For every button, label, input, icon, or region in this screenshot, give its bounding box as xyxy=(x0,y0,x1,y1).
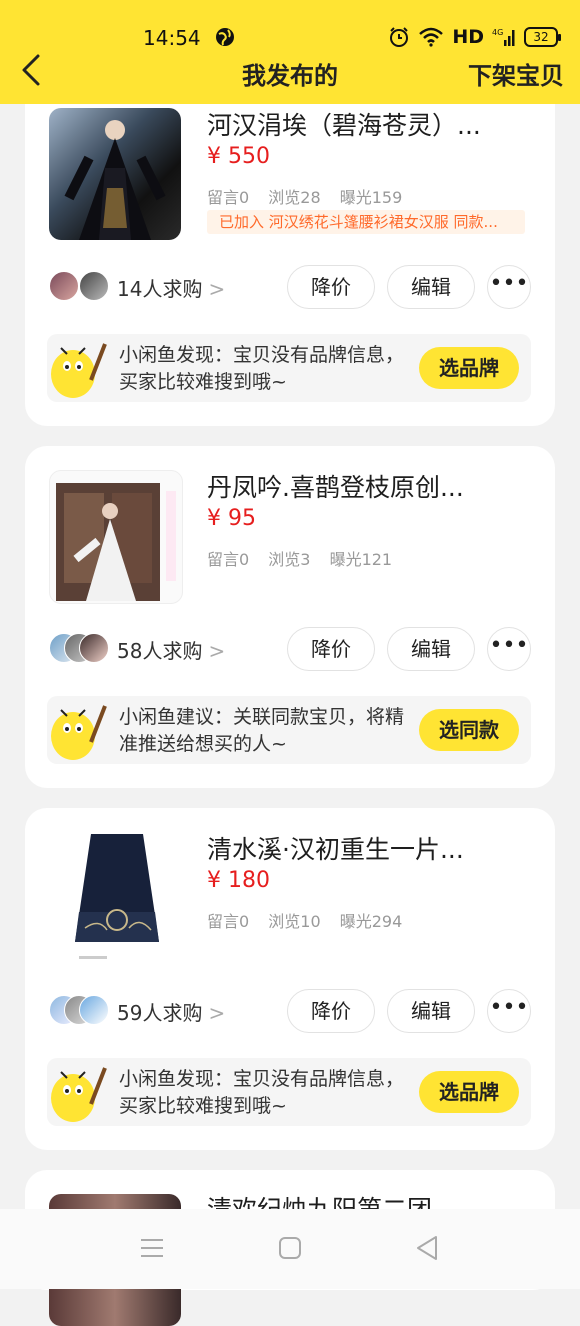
mascot-icon xyxy=(51,343,107,398)
home-icon[interactable] xyxy=(279,1237,301,1259)
edit-button[interactable]: 编辑 xyxy=(387,627,475,671)
buyer-avatars[interactable] xyxy=(49,271,109,301)
avatar xyxy=(49,271,79,301)
mascot-icon xyxy=(51,1067,107,1122)
listing-title[interactable]: 清水溪·汉初重生一片... xyxy=(207,830,537,866)
more-dots-icon[interactable]: ••• xyxy=(487,265,531,309)
product-thumbnail[interactable] xyxy=(49,832,181,964)
mascot-icon xyxy=(51,705,107,760)
stat-views: 浏览10 xyxy=(268,912,321,931)
more-dots-icon[interactable]: ••• xyxy=(487,989,531,1033)
stat-exposure: 曝光121 xyxy=(329,550,393,569)
listing-stats: 留言0 浏览10 曝光294 xyxy=(207,908,416,932)
listing-stats: 留言0 浏览28 曝光159 xyxy=(207,184,416,208)
edit-button[interactable]: 编辑 xyxy=(387,989,475,1033)
chevron-right-icon: > xyxy=(208,277,226,301)
delist-button[interactable]: 下架宝贝 xyxy=(468,56,564,91)
stat-views: 浏览3 xyxy=(268,550,311,569)
reduce-price-button[interactable]: 降价 xyxy=(287,989,375,1033)
select-brand-button[interactable]: 选品牌 xyxy=(419,1071,519,1113)
wanted-count[interactable]: 58人求购 > xyxy=(117,635,225,664)
stat-views: 浏览28 xyxy=(268,188,321,207)
stat-exposure: 曝光159 xyxy=(339,188,403,207)
wanted-label: 14人求购 xyxy=(117,277,203,301)
wifi-icon xyxy=(419,27,444,47)
edit-button[interactable]: 编辑 xyxy=(387,265,475,309)
chevron-right-icon: > xyxy=(208,639,226,663)
app-header: 14:54 HD 4G 32 我发布的 下架宝贝 xyxy=(0,0,580,104)
product-thumbnail[interactable] xyxy=(49,108,181,240)
suggestion-banner: 小闲鱼建议：关联同款宝贝，将精准推送给想买的人~ 选同款 xyxy=(47,696,531,764)
reduce-price-button[interactable]: 降价 xyxy=(287,627,375,671)
status-bar: 14:54 HD 4G 32 xyxy=(0,0,580,52)
product-image xyxy=(56,483,176,601)
listing-card[interactable]: 清水溪·汉初重生一片... ¥ 180 留言0 浏览10 曝光294 59人求购… xyxy=(25,808,555,1150)
wanted-count[interactable]: 59人求购 > xyxy=(117,997,225,1026)
listing-card[interactable]: 丹凤吟.喜鹊登枝原创... ¥ 95 留言0 浏览3 曝光121 58人求购 > … xyxy=(25,446,555,788)
suggestion-text: 小闲鱼发现：宝贝没有品牌信息，买家比较难搜到哦~ xyxy=(119,1068,405,1117)
chevron-right-icon: > xyxy=(208,1001,226,1025)
buyer-avatars[interactable] xyxy=(49,633,109,663)
wanted-label: 58人求购 xyxy=(117,639,203,663)
stat-exposure: 曝光294 xyxy=(339,912,403,931)
more-dots-icon[interactable]: ••• xyxy=(487,627,531,671)
product-thumbnail[interactable] xyxy=(49,470,183,604)
stat-messages: 留言0 xyxy=(207,550,250,569)
suggestion-banner: 小闲鱼发现：宝贝没有品牌信息，买家比较难搜到哦~ 选品牌 xyxy=(47,1058,531,1126)
wanted-count[interactable]: 14人求购 > xyxy=(117,273,225,302)
listing-card[interactable]: 河汉涓埃（碧海苍灵）... ¥ 550 留言0 浏览28 曝光159 已加入 河… xyxy=(25,60,555,426)
system-nav-bar xyxy=(0,1209,580,1289)
avatar xyxy=(79,995,109,1025)
same-style-tag[interactable]: 已加入 河汉绣花斗篷腰衫裙女汉服 同款... xyxy=(207,210,525,234)
nav-bar: 我发布的 下架宝贝 xyxy=(0,52,580,104)
listing-price: ¥ 550 xyxy=(207,144,270,169)
globe-icon xyxy=(216,28,234,46)
suggestion-text: 小闲鱼建议：关联同款宝贝，将精准推送给想买的人~ xyxy=(119,706,405,755)
svg-text:4G: 4G xyxy=(492,28,503,37)
listing-stats: 留言0 浏览3 曝光121 xyxy=(207,546,406,570)
stat-messages: 留言0 xyxy=(207,912,250,931)
reduce-price-button[interactable]: 降价 xyxy=(287,265,375,309)
suggestion-banner: 小闲鱼发现：宝贝没有品牌信息，买家比较难搜到哦~ 选品牌 xyxy=(47,334,531,402)
network-type: HD xyxy=(452,26,484,48)
status-time: 14:54 xyxy=(143,26,201,50)
battery-icon: 32 xyxy=(524,27,561,47)
menu-icon[interactable] xyxy=(140,1237,164,1259)
avatar xyxy=(79,633,109,663)
listing-title[interactable]: 河汉涓埃（碧海苍灵）... xyxy=(207,106,537,142)
select-brand-button[interactable]: 选品牌 xyxy=(419,347,519,389)
suggestion-text: 小闲鱼发现：宝贝没有品牌信息，买家比较难搜到哦~ xyxy=(119,344,405,393)
product-image xyxy=(64,120,166,240)
listing-title[interactable]: 丹凤吟.喜鹊登枝原创... xyxy=(207,468,537,504)
back-icon[interactable] xyxy=(414,1235,440,1261)
stat-messages: 留言0 xyxy=(207,188,250,207)
buyer-avatars[interactable] xyxy=(49,995,109,1025)
alarm-icon xyxy=(390,27,409,47)
select-same-item-button[interactable]: 选同款 xyxy=(419,709,519,751)
product-image xyxy=(75,834,159,959)
wanted-label: 59人求购 xyxy=(117,1001,203,1025)
avatar xyxy=(79,271,109,301)
status-icons: HD 4G 32 xyxy=(388,26,561,48)
listing-price: ¥ 95 xyxy=(207,506,256,531)
signal-icon: 4G xyxy=(492,28,515,46)
listing-price: ¥ 180 xyxy=(207,868,270,893)
